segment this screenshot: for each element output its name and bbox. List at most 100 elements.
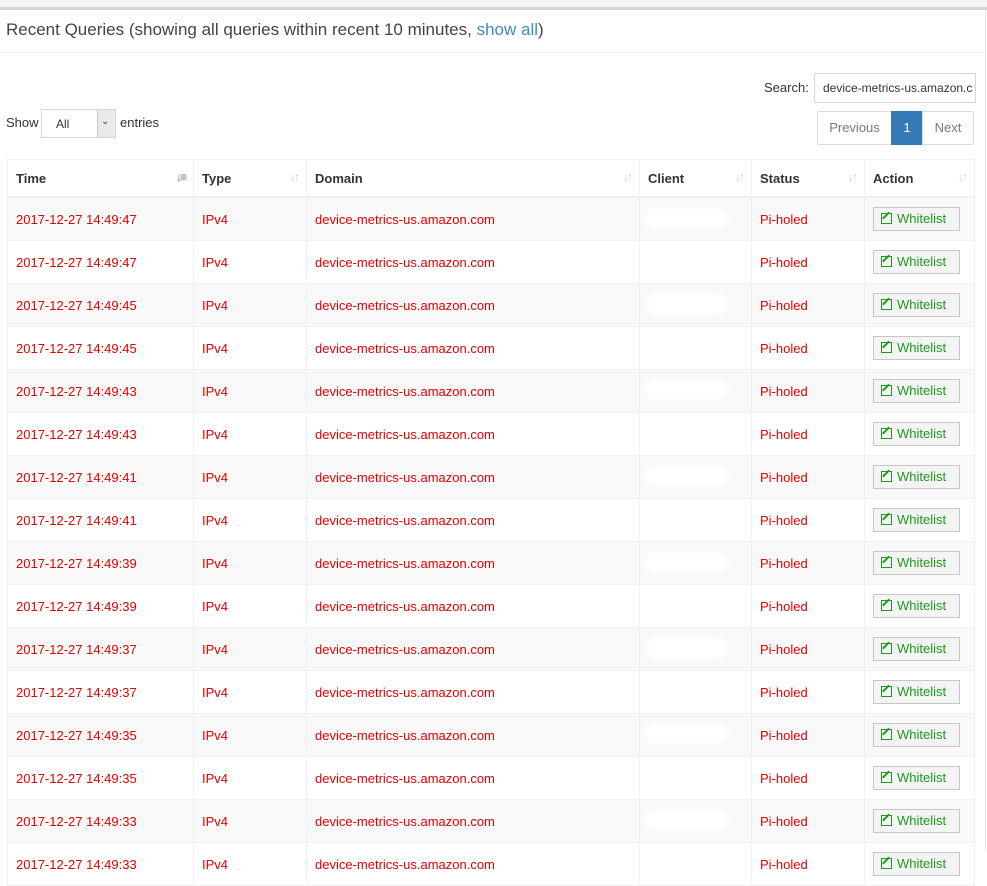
table-row: 2017-12-27 14:49:39 IPv4 device-metrics-us… — [7, 584, 975, 628]
column-header-client[interactable]: Client ↓↑ — [639, 159, 752, 198]
type-cell: IPv4 — [193, 455, 307, 499]
column-label: Domain — [315, 170, 363, 186]
whitelist-button[interactable]: Whitelist — [873, 207, 960, 231]
previous-page-button[interactable]: Previous — [817, 111, 892, 145]
status-cell: Pi-holed — [751, 412, 865, 456]
whitelist-button[interactable]: Whitelist — [873, 293, 960, 317]
action-cell: Whitelist — [864, 196, 975, 241]
box-title-text: Recent Queries (showing all queries with… — [6, 20, 477, 39]
column-header-domain[interactable]: Domain ↓↑ — [306, 159, 640, 198]
chevron-down-icon[interactable]: ⌄ — [97, 110, 115, 137]
column-header-type[interactable]: Type ↓↑ — [193, 159, 307, 198]
edit-icon — [881, 729, 892, 740]
client-redacted — [648, 296, 724, 311]
whitelist-button[interactable]: Whitelist — [873, 508, 960, 532]
action-cell: Whitelist — [864, 541, 975, 585]
search-input[interactable]: device-metrics-us.amazon.c — [814, 73, 976, 103]
time-cell: 2017-12-27 14:49:47 — [7, 196, 194, 241]
time-cell: 2017-12-27 14:49:41 — [7, 455, 194, 499]
domain-cell: device-metrics-us.amazon.com — [306, 756, 640, 800]
table-row: 2017-12-27 14:49:33 IPv4 device-metrics-us… — [7, 799, 975, 843]
time-cell: 2017-12-27 14:49:43 — [7, 412, 194, 456]
status-cell: Pi-holed — [751, 369, 865, 413]
type-cell: IPv4 — [193, 541, 307, 585]
client-redacted — [648, 382, 724, 397]
status-cell: Pi-holed — [751, 670, 865, 714]
domain-cell: device-metrics-us.amazon.com — [306, 584, 640, 628]
whitelist-button[interactable]: Whitelist — [873, 465, 960, 489]
column-header-action[interactable]: Action ↓↑ — [864, 159, 975, 198]
whitelist-button[interactable]: Whitelist — [873, 336, 960, 360]
column-label: Time — [16, 170, 47, 186]
next-page-button[interactable]: Next — [922, 111, 974, 145]
whitelist-button[interactable]: Whitelist — [873, 379, 960, 403]
whitelist-label: Whitelist — [897, 770, 947, 785]
top-bar — [0, 0, 987, 10]
time-cell: 2017-12-27 14:49:33 — [7, 842, 194, 886]
type-cell: IPv4 — [193, 584, 307, 628]
time-cell: 2017-12-27 14:49:45 — [7, 326, 194, 370]
show-all-link[interactable]: show all — [477, 20, 538, 39]
type-cell: IPv4 — [193, 498, 307, 542]
status-cell: Pi-holed — [751, 283, 865, 327]
type-cell: IPv4 — [193, 842, 307, 886]
whitelist-button[interactable]: Whitelist — [873, 250, 960, 274]
time-cell: 2017-12-27 14:49:47 — [7, 240, 194, 284]
time-cell: 2017-12-27 14:49:39 — [7, 541, 194, 585]
client-cell — [639, 240, 752, 284]
table-row: 2017-12-27 14:49:33 IPv4 device-metrics-us… — [7, 842, 975, 886]
whitelist-label: Whitelist — [897, 684, 947, 699]
whitelist-button[interactable]: Whitelist — [873, 551, 960, 575]
status-cell: Pi-holed — [751, 326, 865, 370]
whitelist-button[interactable]: Whitelist — [873, 809, 960, 833]
domain-cell: device-metrics-us.amazon.com — [306, 369, 640, 413]
table-row: 2017-12-27 14:49:43 IPv4 device-metrics-us… — [7, 369, 975, 413]
column-label: Status — [760, 170, 800, 186]
column-label: Client — [648, 170, 685, 186]
edit-icon — [881, 385, 892, 396]
client-redacted — [648, 812, 724, 827]
domain-cell: device-metrics-us.amazon.com — [306, 498, 640, 542]
box-title: Recent Queries (showing all queries with… — [6, 20, 544, 42]
whitelist-button[interactable]: Whitelist — [873, 766, 960, 790]
whitelist-label: Whitelist — [897, 469, 947, 484]
column-label: Action — [873, 170, 914, 186]
client-redacted — [648, 210, 724, 225]
show-label: Show — [6, 115, 39, 130]
edit-icon — [881, 772, 892, 783]
edit-icon — [881, 471, 892, 482]
whitelist-button[interactable]: Whitelist — [873, 422, 960, 446]
whitelist-label: Whitelist — [897, 856, 947, 871]
time-cell: 2017-12-27 14:49:41 — [7, 498, 194, 542]
edit-icon — [881, 299, 892, 310]
action-cell: Whitelist — [864, 498, 975, 542]
whitelist-button[interactable]: Whitelist — [873, 680, 960, 704]
whitelist-button[interactable]: Whitelist — [873, 723, 960, 747]
column-header-status[interactable]: Status ↓↑ — [751, 159, 865, 198]
domain-cell: device-metrics-us.amazon.com — [306, 670, 640, 714]
type-cell: IPv4 — [193, 196, 307, 241]
whitelist-label: Whitelist — [897, 426, 947, 441]
type-cell: IPv4 — [193, 240, 307, 284]
whitelist-button[interactable]: Whitelist — [873, 594, 960, 618]
domain-cell: device-metrics-us.amazon.com — [306, 455, 640, 499]
box-title-suffix: ) — [538, 20, 544, 39]
status-cell: Pi-holed — [751, 240, 865, 284]
column-header-time[interactable]: Time ↓≡ — [7, 159, 194, 198]
table-row: 2017-12-27 14:49:35 IPv4 device-metrics-us… — [7, 713, 975, 757]
type-cell: IPv4 — [193, 713, 307, 757]
page-1-button[interactable]: 1 — [891, 111, 923, 145]
table-row: 2017-12-27 14:49:47 IPv4 device-metrics-us… — [7, 196, 975, 241]
type-cell: IPv4 — [193, 627, 307, 671]
whitelist-label: Whitelist — [897, 512, 947, 527]
table-row: 2017-12-27 14:49:37 IPv4 device-metrics-us… — [7, 627, 975, 671]
whitelist-button[interactable]: Whitelist — [873, 637, 960, 661]
entries-select[interactable]: All ⌄ — [41, 109, 116, 138]
client-cell — [639, 627, 752, 671]
header-divider — [0, 52, 986, 53]
whitelist-button[interactable]: Whitelist — [873, 852, 960, 876]
entries-select-value: All — [56, 117, 70, 131]
status-cell: Pi-holed — [751, 498, 865, 542]
client-cell — [639, 498, 752, 542]
table-row: 2017-12-27 14:49:41 IPv4 device-metrics-us… — [7, 498, 975, 542]
